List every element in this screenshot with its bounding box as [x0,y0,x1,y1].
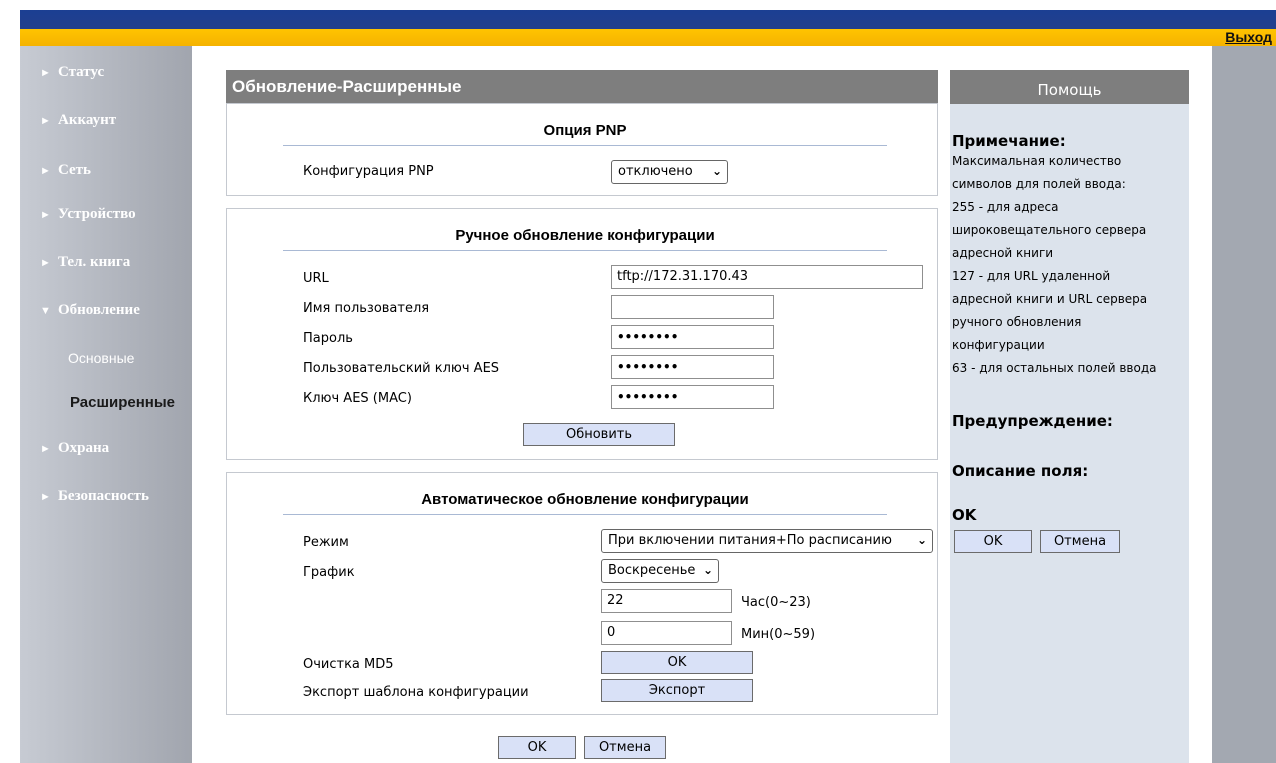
header-bar: Выход [20,29,1276,46]
ok-button[interactable]: OK [498,736,576,759]
help-note-line: символов для полей ввода: [952,177,1126,191]
chevron-right-icon: ► [40,115,51,127]
export-template-label: Экспорт шаблона конфигурации [303,685,529,700]
chevron-down-icon: ⌄ [916,533,927,547]
pnp-section-title: Опция PNP [283,122,887,146]
sidebar-item-label: Тел. книга [58,254,131,270]
sidebar-item-label: Охрана [58,440,110,456]
chevron-right-icon: ► [40,209,51,221]
sidebar-item-guard[interactable]: ► Охрана [40,440,109,457]
main-panel: Обновление-Расширенные Опция PNP Конфигу… [226,70,938,763]
cancel-button[interactable]: Отмена [584,736,666,759]
aes-user-key-input[interactable]: •••••••• [611,355,774,379]
md5-clear-label: Очистка MD5 [303,657,394,672]
hour-input[interactable]: 22 [601,589,732,613]
help-note-heading: Примечание: [952,132,1066,150]
help-note-line: ручного обновления [952,315,1082,329]
page-title: Обновление-Расширенные [226,70,938,103]
top-banner [20,10,1276,29]
mode-value: При включении питания+По расписанию [608,533,892,548]
chevron-down-icon: ⌄ [711,164,722,178]
chevron-down-icon: ▼ [40,305,51,317]
password-label: Пароль [303,331,353,346]
pnp-section: Опция PNP Конфигурация PNP отключено ⌄ [226,103,938,196]
help-note-line: 127 - для URL удаленной [952,269,1111,283]
help-note-line: адресной книги [952,246,1054,260]
chevron-right-icon: ► [40,257,51,269]
sidebar-item-label: Сеть [58,162,91,178]
schedule-value: Воскресенье [608,563,696,578]
aes-user-key-label: Пользовательский ключ AES [303,361,500,376]
aes-mac-key-input[interactable]: •••••••• [611,385,774,409]
schedule-label: График [303,565,355,580]
pnp-config-select[interactable]: отключено ⌄ [611,160,728,184]
help-note-line: Максимальная количество [952,154,1122,168]
chevron-down-icon: ⌄ [702,563,713,577]
sidebar-item-label: Аккаунт [58,112,117,128]
aes-mac-key-label: Ключ AES (MAC) [303,391,412,406]
help-note-line: 63 - для остальных полей ввода [952,361,1157,375]
auto-section-title: Автоматическое обновление конфигурации [283,491,887,515]
right-margin [1212,46,1276,763]
help-ok-button[interactable]: OK [954,530,1032,553]
help-field-heading: Описание поля: [952,462,1089,480]
help-ok-heading: OK [952,506,977,524]
sidebar-item-upgrade[interactable]: ▼ Обновление [40,302,140,319]
sidebar-item-device[interactable]: ► Устройство [40,206,136,223]
pnp-config-label: Конфигурация PNP [303,164,434,179]
hour-unit: Час(0~23) [741,595,811,610]
help-note-line: конфигурации [952,338,1045,352]
url-input[interactable]: tftp://172.31.170.43 [611,265,923,289]
mode-label: Режим [303,535,349,550]
help-note-line: адресной книги и URL сервера [952,292,1148,306]
manual-update-section: Ручное обновление конфигурации URL tftp:… [226,208,938,460]
url-label: URL [303,271,329,286]
manual-section-title: Ручное обновление конфигурации [283,227,887,251]
help-panel: Помощь Примечание: Максимальная количест… [950,70,1189,763]
chevron-right-icon: ► [40,165,51,177]
chevron-right-icon: ► [40,443,51,455]
sidebar-item-account[interactable]: ► Аккаунт [40,112,116,129]
help-cancel-button[interactable]: Отмена [1040,530,1120,553]
sidebar-subitem-advanced[interactable]: Расширенные [70,394,175,411]
help-note-line: 255 - для адреса [952,200,1059,214]
export-button[interactable]: Экспорт [601,679,753,702]
sidebar-item-status[interactable]: ► Статус [40,64,104,81]
chevron-right-icon: ► [40,491,51,503]
md5-clear-button[interactable]: OK [601,651,753,674]
minute-input[interactable]: 0 [601,621,732,645]
pnp-config-value: отключено [618,164,693,179]
logout-link[interactable]: Выход [1225,29,1272,46]
sidebar-item-label: Статус [58,64,105,80]
sidebar-item-phonebook[interactable]: ► Тел. книга [40,254,130,271]
sidebar-item-label: Устройство [58,206,136,222]
sidebar: ► Статус ► Аккаунт ► Сеть ► Устройство ► Тел.… [20,46,192,763]
auto-update-section: Автоматическое обновление конфигурации Р… [226,472,938,715]
username-label: Имя пользователя [303,301,430,316]
username-input[interactable] [611,295,774,319]
sidebar-item-label: Обновление [58,302,140,318]
sidebar-item-security[interactable]: ► Безопасность [40,488,149,505]
mode-select[interactable]: При включении питания+По расписанию ⌄ [601,529,933,553]
help-title: Помощь [950,70,1189,104]
schedule-select[interactable]: Воскресенье ⌄ [601,559,719,583]
help-note-line: широковещательного сервера [952,223,1147,237]
sidebar-item-label: Безопасность [58,488,149,504]
password-input[interactable]: •••••••• [611,325,774,349]
help-warning-heading: Предупреждение: [952,412,1113,430]
update-button[interactable]: Обновить [523,423,675,446]
sidebar-item-network[interactable]: ► Сеть [40,162,91,179]
sidebar-subitem-basic[interactable]: Основные [68,350,134,366]
minute-unit: Мин(0~59) [741,627,816,642]
chevron-right-icon: ► [40,67,51,79]
